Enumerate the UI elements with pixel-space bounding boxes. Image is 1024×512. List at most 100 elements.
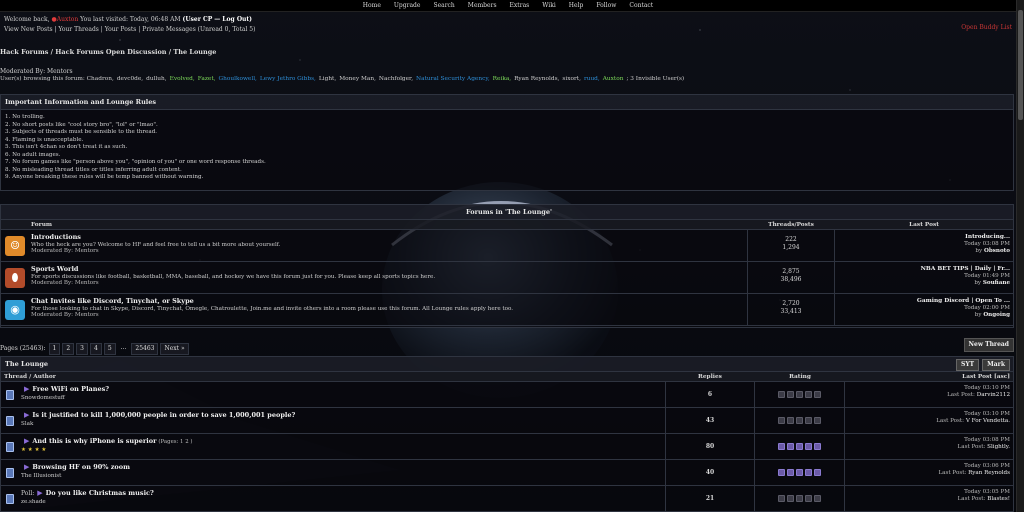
thread-last-post-user-link[interactable]: Slightly. [987,444,1010,450]
thread-author-link[interactable]: Snowdomestuff [21,395,65,401]
thread-author-link[interactable]: The Illusionist [21,473,61,479]
nav-contact[interactable]: Contact [629,2,653,10]
nav-wiki[interactable]: Wiki [542,2,556,10]
rating-star[interactable] [787,443,794,450]
browsing-user[interactable]: Light, [319,76,336,82]
browsing-user[interactable]: Evolved, [170,76,195,82]
page-link[interactable]: 2 [62,343,75,355]
rating-star[interactable] [787,417,794,424]
username-link[interactable]: ●Auxton [52,16,79,23]
thread-title-link[interactable]: Do you like Christmas music? [46,489,154,497]
browsing-user[interactable]: Ghoulkowell, [219,76,257,82]
col-thread-author[interactable]: Thread / Author [1,372,665,381]
thread-last-post-user-link[interactable]: Darvin2112 [977,392,1010,398]
thread-last-post-user-link[interactable]: Ryan Reynolds [968,470,1010,476]
rating-star[interactable] [778,495,785,502]
rating-star[interactable] [814,417,821,424]
thread-replies[interactable]: 80 [665,434,755,459]
nav-home[interactable]: Home [363,2,381,10]
last-post-user-link[interactable]: Ongoing [983,312,1010,318]
browsing-user[interactable]: devc0de, [117,76,143,82]
browsing-user[interactable]: Nachfolger, [379,76,413,82]
thread-last-post-user-link[interactable]: V For Vendetta. [966,418,1010,424]
thread-replies[interactable]: 6 [665,382,755,407]
rating-star[interactable] [778,443,785,450]
thread-replies[interactable]: 43 [665,408,755,433]
page-link[interactable]: 1 [48,343,61,355]
thread-replies[interactable]: 40 [665,460,755,485]
rating-star[interactable] [787,391,794,398]
page-scrollbar[interactable] [1016,0,1024,512]
browsing-user[interactable]: Lewy Jethro Gibbs, [260,76,316,82]
rating-star[interactable] [814,391,821,398]
nav-extras[interactable]: Extras [510,2,530,10]
page-link[interactable]: 5 [103,343,116,355]
forum-name-link[interactable]: Sports World [31,265,78,273]
browsing-user[interactable]: Chadron, [87,76,114,82]
thread-title-link[interactable]: Is it justified to kill 1,000,000 people… [32,411,295,419]
rating-star[interactable] [796,495,803,502]
last-post-user-link[interactable]: Soufiane [983,280,1010,286]
browsing-user[interactable]: Reika, [493,76,511,82]
rating-star[interactable] [805,495,812,502]
rating-star[interactable] [796,443,803,450]
page-link[interactable]: 4 [90,343,102,355]
forum-name-link[interactable]: Introductions [31,233,81,241]
nav-members[interactable]: Members [468,2,497,10]
last-post-title-link[interactable]: Introducing... [965,234,1010,240]
page-link[interactable]: 3 [76,343,88,355]
rating-star[interactable] [796,391,803,398]
col-replies[interactable]: Replies [665,372,755,381]
thread-title-link[interactable]: Free WiFi on Planes? [32,385,109,393]
browsing-user[interactable]: Natural Security Agency, [416,76,490,82]
rating-star[interactable] [805,391,812,398]
forum-name-link[interactable]: Chat Invites like Discord, Tinychat, or … [31,297,194,305]
browsing-user[interactable]: Fazet, [198,76,216,82]
thread-title-link[interactable]: Browsing HF on 90% zoom [32,463,130,471]
thread-replies[interactable]: 21 [665,486,755,511]
scrollbar-thumb[interactable] [1018,10,1023,120]
open-buddy-list-link[interactable]: Open Buddy List [961,24,1012,32]
browsing-user[interactable]: Money Man, [339,76,376,82]
nav-follow[interactable]: Follow [596,2,616,10]
thread-title-link[interactable]: And this is why iPhone is superior [32,437,156,445]
rating-star[interactable] [805,469,812,476]
rating-star[interactable] [814,443,821,450]
rating-star[interactable] [805,443,812,450]
nav-search[interactable]: Search [433,2,454,10]
last-post-user-link[interactable]: Obsnoto [984,248,1010,254]
rating-star[interactable] [778,469,785,476]
page-link[interactable]: Next » [160,343,189,355]
rating-star[interactable] [814,469,821,476]
rating-star[interactable] [814,495,821,502]
thread-pages[interactable]: (Pages: 1 2 ) [158,439,192,445]
page-link[interactable]: 25463 [131,343,159,355]
browsing-user[interactable]: sixort, [562,76,581,82]
browsing-user[interactable]: dulluh, [146,76,166,82]
rating-star[interactable] [787,469,794,476]
thread-author-link[interactable]: ★ ★ ★ ★ [21,447,46,453]
mark-read-button[interactable]: Mark [982,359,1010,371]
nav-help[interactable]: Help [569,2,584,10]
last-post-title-link[interactable]: NBA BET TIPS | Daily | Fr... [921,266,1010,272]
new-thread-button[interactable]: New Thread [963,338,1014,352]
browsing-user[interactable]: ruud, [584,76,600,82]
rating-star[interactable] [796,417,803,424]
syt-button[interactable]: SYT [956,359,980,371]
col-rating[interactable]: Rating [755,372,845,381]
breadcrumb[interactable]: Hack Forums / Hack Forums Open Discussio… [0,48,216,56]
browsing-user[interactable]: Auxton [603,76,624,82]
browsing-user[interactable]: Ryan Reynolds, [514,76,559,82]
rating-star[interactable] [796,469,803,476]
user-links[interactable]: View New Posts | Your Threads | Your Pos… [4,25,1014,35]
logout-link[interactable]: — Log Out) [214,16,252,23]
thread-author-link[interactable]: Slak [21,421,33,427]
user-cp-link[interactable]: (User CP [182,16,212,23]
rating-star[interactable] [778,417,785,424]
rating-star[interactable] [787,495,794,502]
rating-star[interactable] [778,391,785,398]
last-post-title-link[interactable]: Gaming Discord | Open To ... [917,298,1010,304]
nav-upgrade[interactable]: Upgrade [394,2,421,10]
thread-last-post-user-link[interactable]: Blastes! [987,496,1010,502]
thread-author-link[interactable]: ze.shade [21,499,46,505]
